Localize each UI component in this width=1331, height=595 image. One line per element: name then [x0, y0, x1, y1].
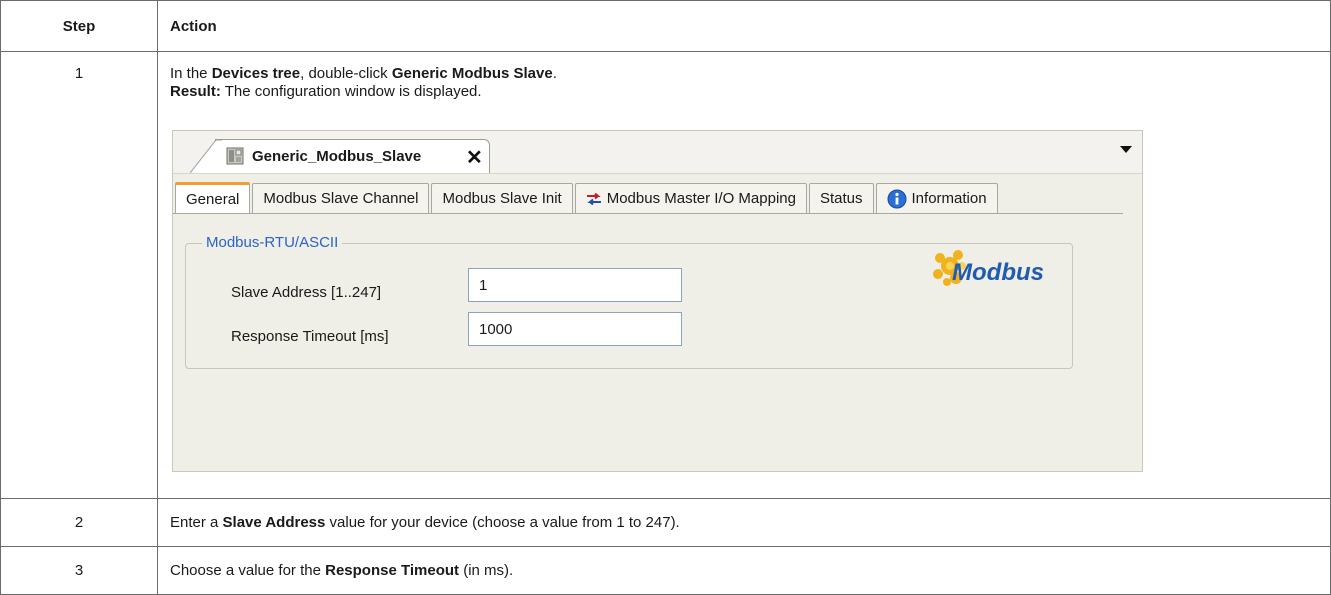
term-generic-modbus-slave: Generic Modbus Slave: [391, 65, 553, 82]
tab-information[interactable]: Information: [875, 183, 998, 213]
term-devices-tree: Devices tree: [211, 65, 301, 82]
tab-modbus-slave-channel[interactable]: Modbus Slave Channel: [252, 183, 430, 213]
modbus-logo-text: Modbus: [952, 259, 1044, 286]
close-icon[interactable]: ✕: [466, 145, 483, 170]
action-cell: Enter a Slave Address value for your dev…: [157, 498, 1331, 547]
header-action: Action: [157, 0, 1331, 52]
chevron-down-icon[interactable]: [1120, 146, 1132, 153]
device-icon: [226, 147, 244, 165]
tab-panel-border: [173, 213, 1123, 214]
tab-slant-shape: [190, 139, 222, 173]
action-cell: Choose a value for the Response Timeout …: [157, 546, 1331, 595]
info-icon: [887, 189, 907, 209]
io-mapping-icon: [586, 192, 602, 205]
editor-tab-generic-modbus-slave[interactable]: Generic_Modbus_Slave ✕: [190, 139, 490, 173]
step-number: 3: [0, 546, 158, 595]
slave-address-input[interactable]: [468, 268, 682, 302]
group-legend: Modbus-RTU/ASCII: [202, 234, 343, 251]
response-timeout-input[interactable]: [468, 312, 682, 346]
tab-modbus-master-io-mapping[interactable]: Modbus Master I/O Mapping: [574, 183, 807, 213]
tab-modbus-slave-init[interactable]: Modbus Slave Init: [431, 183, 573, 213]
table-row: 2 Enter a Slave Address value for your d…: [0, 498, 1331, 547]
editor-tab-title: Generic_Modbus_Slave: [252, 148, 422, 165]
table-row: 3 Choose a value for the Response Timeou…: [0, 546, 1331, 595]
header-step: Step: [0, 0, 158, 52]
step-number: 1: [0, 51, 158, 499]
modbus-logo: Modbus: [933, 250, 1044, 286]
editor-tab-strip: Generic_Modbus_Slave ✕: [173, 131, 1142, 174]
instruction-line: In the Devices tree, double-click Generi…: [170, 65, 557, 82]
slave-address-label: Slave Address [1..247]: [231, 284, 382, 301]
response-timeout-label: Response Timeout [ms]: [231, 328, 389, 345]
result-line: Result: The configuration window is disp…: [170, 83, 482, 100]
configuration-window-screenshot: Generic_Modbus_Slave ✕ General Modbus Sl…: [172, 130, 1143, 472]
tab-status[interactable]: Status: [808, 183, 874, 213]
config-tabs: General Modbus Slave Channel Modbus Slav…: [175, 181, 1000, 214]
tab-general[interactable]: General: [175, 182, 251, 214]
step-number: 2: [0, 498, 158, 547]
